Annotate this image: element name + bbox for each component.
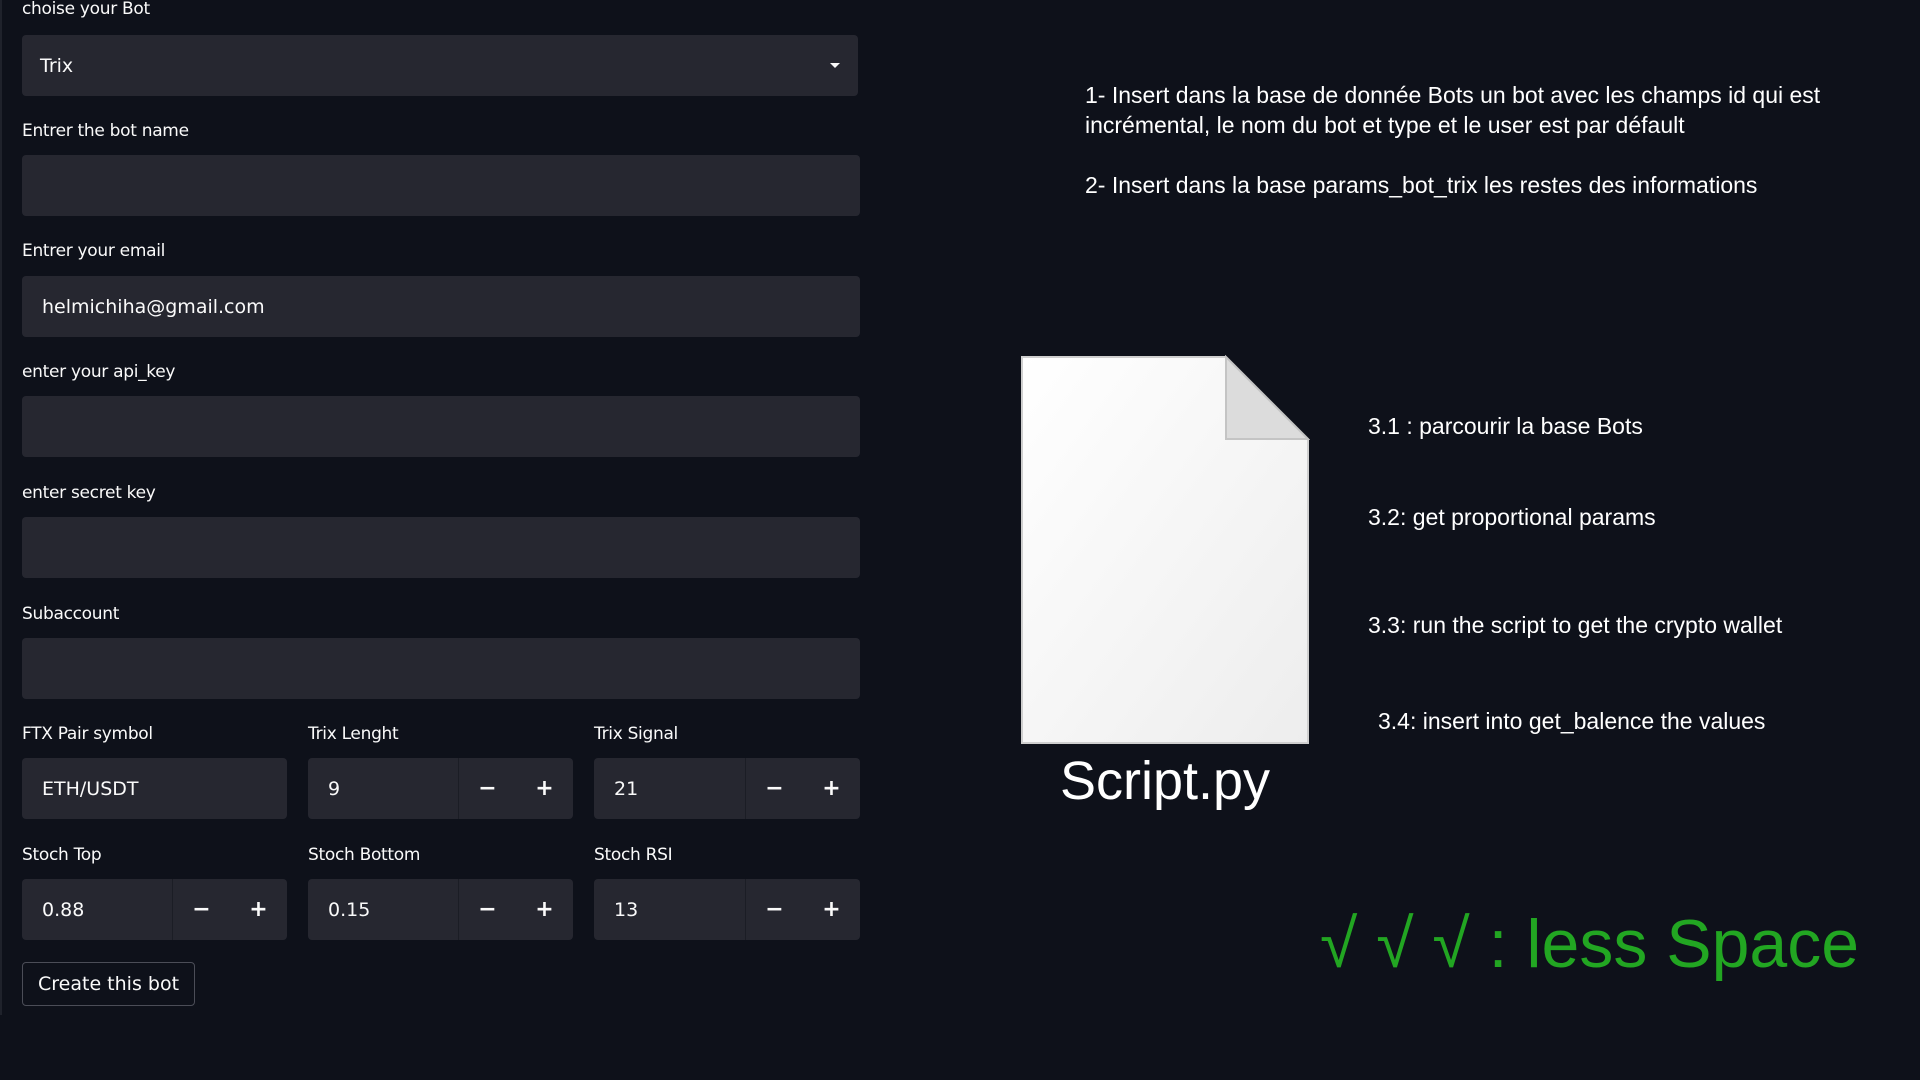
trix-length-decrement-button[interactable]: − [459, 758, 516, 819]
stoch-top-decrement-button[interactable]: − [173, 879, 230, 940]
pair-symbol-input[interactable]: ETH/USDT [22, 758, 287, 819]
trix-signal-label: Trix Signal [594, 724, 678, 744]
chevron-down-icon [830, 63, 840, 68]
bot-select-value: Trix [40, 54, 74, 77]
trix-length-group: Trix Lenght 9 − + [308, 722, 573, 819]
note-step-3-1: 3.1 : parcourir la base Bots [1368, 413, 1643, 439]
stoch-top-increment-button[interactable]: + [230, 879, 287, 940]
stoch-bottom-increment-button[interactable]: + [516, 879, 573, 940]
api-key-label: enter your api_key [22, 362, 176, 382]
pair-symbol-label: FTX Pair symbol [22, 724, 153, 744]
trix-length-increment-button[interactable]: + [516, 758, 573, 819]
trix-signal-decrement-button[interactable]: − [746, 758, 803, 819]
bot-select-label: choise your Bot [22, 0, 150, 19]
stoch-top-label: Stoch Top [22, 845, 102, 865]
note-step-3-2: 3.2: get proportional params [1368, 504, 1656, 530]
trix-signal-increment-button[interactable]: + [803, 758, 860, 819]
trix-length-stepper: 9 − + [308, 758, 573, 819]
stoch-rsi-input[interactable]: 13 [594, 879, 746, 940]
stoch-top-group: Stoch Top 0.88 − + [22, 843, 287, 940]
stoch-rsi-group: Stoch RSI 13 − + [594, 843, 860, 940]
note-step-2: 2- Insert dans la base params_bot_trix l… [1085, 172, 1758, 198]
email-input[interactable]: helmichiha@gmail.com [22, 276, 860, 337]
trix-signal-input[interactable]: 21 [594, 758, 746, 819]
document-icon [1021, 355, 1310, 744]
email-label: Entrer your email [22, 241, 166, 261]
stoch-rsi-increment-button[interactable]: + [803, 879, 860, 940]
note-step-1: 1- Insert dans la base de donnée Bots un… [1085, 82, 1821, 138]
stoch-rsi-stepper: 13 − + [594, 879, 860, 940]
api-key-input[interactable] [22, 396, 860, 457]
bot-name-label: Entrer the bot name [22, 121, 189, 141]
stoch-bottom-label: Stoch Bottom [308, 845, 421, 865]
subaccount-label: Subaccount [22, 604, 120, 624]
trix-signal-stepper: 21 − + [594, 758, 860, 819]
bot-select[interactable]: Trix [22, 35, 858, 96]
subaccount-input[interactable] [22, 638, 860, 699]
params-row-2: Stoch Top 0.88 − + Stoch Bottom 0.15 − +… [22, 843, 860, 940]
stoch-rsi-label: Stoch RSI [594, 845, 673, 865]
create-bot-button[interactable]: Create this bot [22, 962, 196, 1006]
script-file-name: Script.py [1059, 751, 1271, 811]
params-row-1: FTX Pair symbol ETH/USDT Trix Lenght 9 −… [22, 722, 860, 819]
trix-signal-group: Trix Signal 21 − + [594, 722, 860, 819]
trix-length-label: Trix Lenght [308, 724, 399, 744]
stoch-bottom-group: Stoch Bottom 0.15 − + [308, 843, 573, 940]
stoch-bottom-decrement-button[interactable]: − [459, 879, 516, 940]
stoch-top-stepper: 0.88 − + [22, 879, 287, 940]
stoch-bottom-input[interactable]: 0.15 [308, 879, 459, 940]
pair-symbol-group: FTX Pair symbol ETH/USDT [22, 722, 287, 819]
stoch-top-input[interactable]: 0.88 [22, 879, 173, 940]
stoch-bottom-stepper: 0.15 − + [308, 879, 573, 940]
secret-key-input[interactable] [22, 517, 860, 578]
bot-name-input[interactable] [22, 155, 860, 216]
trix-length-input[interactable]: 9 [308, 758, 459, 819]
stoch-rsi-decrement-button[interactable]: − [746, 879, 803, 940]
less-space-note: √ √ √ : less Space [1320, 906, 1860, 982]
secret-key-label: enter secret key [22, 483, 156, 503]
note-step-3-3: 3.3: run the script to get the crypto wa… [1368, 612, 1783, 638]
left-border [0, 0, 2, 1015]
note-step-3-4: 3.4: insert into get_balence the values [1378, 708, 1766, 734]
